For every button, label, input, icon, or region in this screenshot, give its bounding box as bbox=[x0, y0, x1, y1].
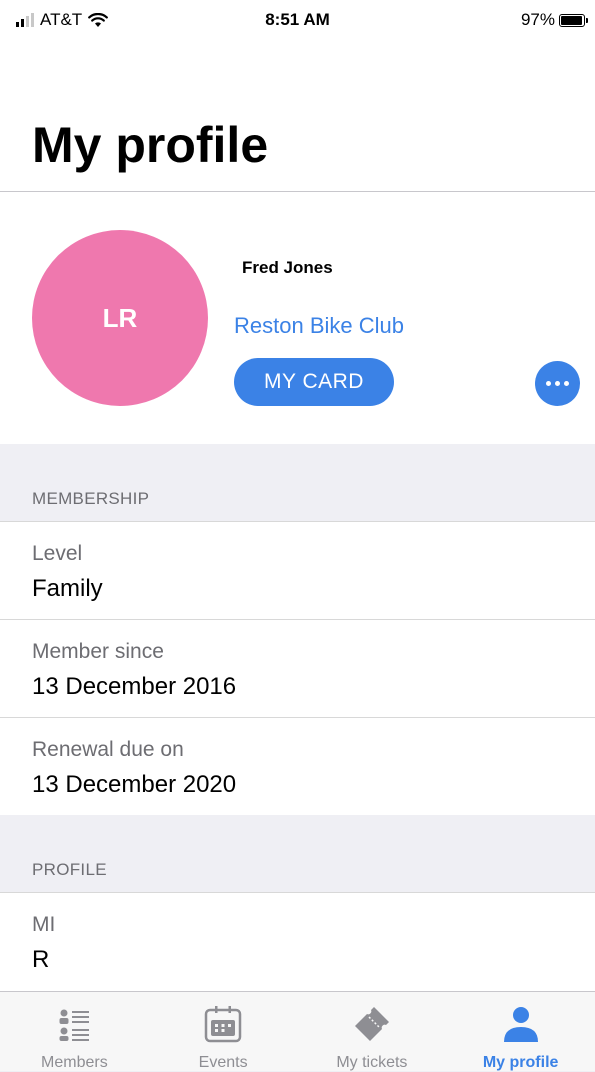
status-bar: AT&T 8:51 AM 97% bbox=[0, 0, 595, 44]
profile-section-title: PROFILE bbox=[32, 860, 107, 879]
tab-label: Events bbox=[198, 1054, 248, 1071]
calendar-icon bbox=[204, 1006, 242, 1043]
page-title: My profile bbox=[32, 117, 269, 173]
membership-row-member-since: Member since 13 December 2016 bbox=[0, 620, 595, 718]
ellipsis-icon bbox=[546, 381, 551, 386]
members-list-icon bbox=[59, 1009, 90, 1041]
avatar[interactable]: LR bbox=[32, 230, 208, 406]
row-label: Level bbox=[32, 542, 83, 565]
avatar-initials: LR bbox=[102, 302, 138, 333]
profile-row-mi: MI R bbox=[0, 893, 595, 991]
membership-row-renewal: Renewal due on 13 December 2020 bbox=[0, 718, 595, 816]
tab-label: Members bbox=[41, 1054, 108, 1071]
status-time: 8:51 AM bbox=[265, 10, 330, 29]
header: My profile bbox=[0, 44, 595, 191]
tab-members[interactable]: Members bbox=[0, 992, 149, 1071]
profile-section-header: PROFILE bbox=[0, 815, 595, 893]
row-label: Member since bbox=[32, 640, 164, 663]
profile-name: Fred Jones bbox=[242, 258, 333, 277]
tab-label: My profile bbox=[482, 1054, 559, 1071]
membership-section-title: MEMBERSHIP bbox=[32, 489, 150, 508]
tab-label: My tickets bbox=[336, 1054, 408, 1071]
row-value: R bbox=[32, 946, 50, 973]
profile-card: LR Fred Jones Reston Bike Club MY CARD bbox=[0, 192, 595, 445]
row-value: 13 December 2016 bbox=[32, 673, 237, 700]
ticket-icon bbox=[354, 1007, 389, 1041]
row-label: MI bbox=[32, 913, 56, 936]
tab-bar: Members Events My tickets My profile bbox=[0, 991, 595, 1071]
battery-percentage: 97% bbox=[520, 10, 555, 29]
tab-my-profile[interactable]: My profile bbox=[446, 992, 595, 1071]
battery-icon bbox=[559, 13, 588, 27]
status-right: 97% bbox=[520, 10, 588, 30]
row-value: Family bbox=[32, 575, 103, 602]
club-link[interactable]: Reston Bike Club bbox=[234, 313, 404, 339]
person-icon bbox=[503, 1007, 538, 1042]
tab-my-tickets[interactable]: My tickets bbox=[298, 992, 447, 1071]
membership-row-level: Level Family bbox=[0, 522, 595, 620]
membership-section-header: MEMBERSHIP bbox=[0, 444, 595, 522]
row-value: 13 December 2020 bbox=[32, 771, 237, 798]
row-label: Renewal due on bbox=[32, 738, 184, 761]
more-options-button[interactable] bbox=[535, 361, 580, 406]
tab-events[interactable]: Events bbox=[149, 992, 298, 1071]
my-card-button[interactable]: MY CARD bbox=[234, 358, 394, 406]
